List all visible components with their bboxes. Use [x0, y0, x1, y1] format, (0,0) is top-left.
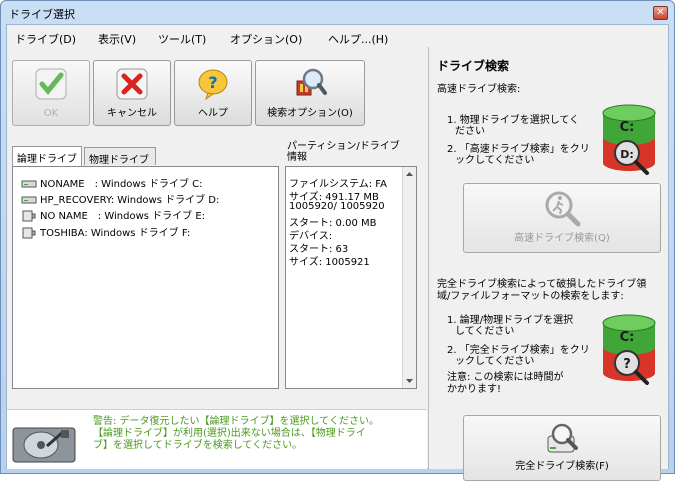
disk-c-label: C: [620, 120, 635, 135]
list-item[interactable]: NO NAME : Windows ドライブ E: [21, 207, 205, 222]
list-item[interactable]: TOSHIBA: Windows ドライブ F: [21, 224, 190, 239]
drive-magnifier-icon [547, 423, 578, 453]
hard-drive-icon [21, 180, 37, 188]
quick-step-2: 2. 「高速ドライブ検索」をクリ [447, 144, 590, 155]
help-label: ヘルプ [198, 108, 228, 119]
full-search-desc-1: 完全ドライブ検索によって破損したドライブ領 [437, 279, 647, 290]
warning-line: 【論理ドライブ】が利用(選択)出来ない場合は、【物理ドライ [93, 428, 366, 439]
partition-info-header: パーティション/ドライブ 情報 [287, 141, 400, 163]
cancel-x-icon [116, 68, 148, 100]
disk-question-label: ? [623, 357, 631, 372]
full-step-2: 2. 「完全ドライブ検索」をクリ [447, 345, 590, 356]
disk-stack-icon: C: D: [602, 104, 656, 175]
tab-logical-drive[interactable]: 論理ドライブ [12, 146, 82, 166]
partition-info-box: ファイルシステム: FA サイズ: 491.17 MB 1005920/ 100… [285, 166, 417, 389]
drive-label: TOSHIBA: Windows ドライブ F: [40, 228, 191, 239]
help-button[interactable]: ? ヘルプ [174, 60, 252, 126]
menu-tools[interactable]: ツール(T) [158, 31, 206, 47]
full-drive-search-button[interactable]: 完全ドライブ検索(F) [463, 415, 661, 481]
cancel-button[interactable]: キャンセル [93, 60, 171, 126]
client-area: ドライブ(D) 表示(V) ツール(T) オプション(O) ヘルプ...(H) … [6, 24, 669, 481]
checkmark-icon [35, 68, 67, 100]
quick-drive-search-button[interactable]: 高速ドライブ検索(Q) [463, 183, 661, 253]
close-button[interactable]: ✕ [653, 6, 668, 20]
svg-text:?: ? [208, 73, 217, 92]
partition-line: サイズ: 1005921 [289, 257, 370, 268]
window-title: ドライブ選択 [9, 8, 75, 21]
drive-label: NO NAME : Windows ドライブ E: [40, 211, 206, 222]
menu-options[interactable]: オプション(O) [230, 31, 302, 47]
drive-label: HP_RECOVERY: Windows ドライブ D: [40, 195, 220, 206]
help-bubble-icon: ? [198, 69, 228, 101]
full-search-desc-2: 域/ファイルフォーマットの検索をします: [437, 291, 624, 302]
warning-text: 警告: データ復元したい【論理ドライブ】を選択してください。 【論理ドライブ】が… [93, 416, 418, 452]
left-panel: OK キャンセル ? ヘルプ 検索オプション(O) 論理ドライブ 物理ドライブ … [7, 47, 427, 409]
vertical-scrollbar[interactable] [402, 167, 416, 388]
menu-bar: ドライブ(D) 表示(V) ツール(T) オプション(O) ヘルプ...(H) [7, 25, 668, 47]
quick-step-2b: ックしてください [455, 155, 535, 166]
disk-c-label: C: [620, 330, 635, 345]
drive-search-panel: ドライブ検索 高速ドライブ検索: 1. 物理ドライブを選択してく ださい 2. … [428, 47, 668, 481]
full-step-1: 1. 論理/物理ドライブを選択 [447, 315, 574, 326]
drive-select-window: ドライブ選択 ✕ ドライブ(D) 表示(V) ツール(T) オプション(O) ヘ… [0, 0, 675, 481]
quick-search-button-label: 高速ドライブ検索(Q) [514, 233, 610, 244]
search-settings-icon [296, 68, 327, 96]
warning-line: 警告: データ復元したい【論理ドライブ】を選択してください。 [93, 416, 379, 427]
logical-drive-list[interactable]: NONAME : Windows ドライブ C: HP_RECOVERY: Wi… [12, 166, 279, 389]
hard-drive-icon [21, 196, 37, 204]
full-step-2b: ックしてください [455, 356, 535, 367]
note-line-1: 注意: この検索には時間が [447, 372, 564, 383]
full-search-button-label: 完全ドライブ検索(F) [515, 461, 609, 472]
title-bar[interactable]: ドライブ選択 ✕ [1, 1, 674, 23]
usb-drive-icon [22, 227, 36, 239]
drive-label: NONAME : Windows ドライブ C: [40, 179, 203, 190]
menu-view[interactable]: 表示(V) [98, 31, 136, 47]
menu-drive[interactable]: ドライブ(D) [15, 31, 76, 47]
search-options-label: 検索オプション(O) [267, 108, 353, 119]
quick-search-title: 高速ドライブ検索: [437, 84, 521, 95]
usb-drive-icon [22, 210, 36, 222]
cancel-label: キャンセル [107, 108, 157, 119]
full-step-1b: してください [455, 326, 515, 337]
disk-stack-question-icon: C: ? [602, 314, 656, 385]
tab-physical-drive[interactable]: 物理ドライブ [84, 147, 156, 166]
runner-magnifier-icon [545, 191, 581, 227]
list-item[interactable]: NONAME : Windows ドライブ C: [21, 175, 203, 190]
scroll-arrows-icon [406, 172, 413, 383]
disk-d-label: D: [620, 148, 634, 161]
open-hard-disk-icon [12, 427, 76, 463]
quick-step-1b: ださい [455, 126, 485, 137]
partition-line: 1005920/ 1005920 [289, 201, 385, 212]
search-options-button[interactable]: 検索オプション(O) [255, 60, 365, 126]
ok-label: OK [43, 108, 59, 119]
warning-bar: 警告: データ復元したい【論理ドライブ】を選択してください。 【論理ドライブ】が… [7, 409, 427, 469]
ok-button[interactable]: OK [12, 60, 90, 126]
warning-line: ブ】を選択してドライブを検索してください。 [93, 440, 303, 451]
list-item[interactable]: HP_RECOVERY: Windows ドライブ D: [21, 191, 219, 206]
drive-search-heading: ドライブ検索 [437, 59, 510, 73]
note-line-2: かかります! [447, 384, 502, 395]
menu-help[interactable]: ヘルプ...(H) [328, 31, 388, 47]
quick-step-1: 1. 物理ドライブを選択してく [447, 115, 580, 126]
